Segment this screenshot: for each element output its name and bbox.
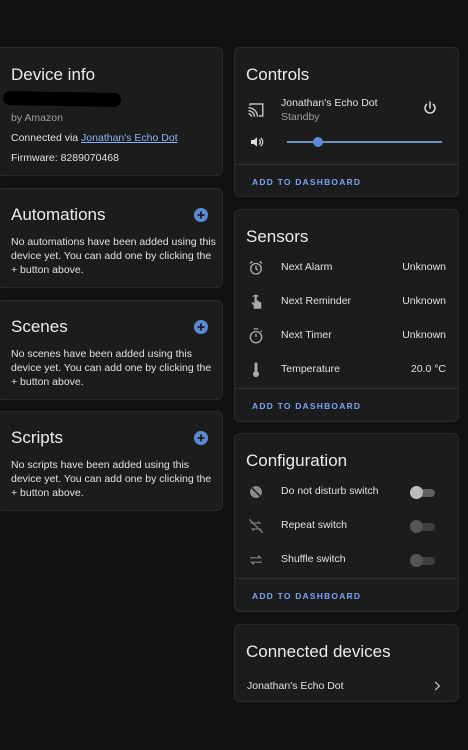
connected-device-name: Jonathan's Echo Dot — [247, 680, 344, 692]
sensor-value: Unknown — [402, 295, 446, 307]
device-info-title: Device info — [11, 65, 96, 84]
plus-icon — [197, 211, 205, 219]
connected-device-link[interactable]: Jonathan's Echo Dot — [81, 132, 178, 144]
volume-slider[interactable] — [287, 137, 442, 147]
sensor-value: 20.0 °C — [410, 363, 446, 375]
config-label: Do not disturb switch — [281, 485, 379, 497]
thermometer-icon — [253, 362, 259, 378]
do-not-disturb-toggle[interactable] — [410, 486, 436, 499]
connected-devices-card: Connected devices Jonathan's Echo Dot — [234, 624, 459, 702]
automations-empty-text: No automations have been added using thi… — [11, 236, 216, 276]
controls-title: Controls — [246, 65, 310, 84]
sensors-card: Sensors Next Alarm Unknown Next Reminder… — [234, 209, 459, 422]
repeat-off-icon — [248, 518, 264, 534]
add-script-button[interactable] — [194, 431, 208, 445]
redacted-device-name — [2, 90, 122, 108]
sensor-label: Next Alarm — [281, 261, 333, 273]
config-row-shuffle[interactable]: Shuffle switch — [235, 548, 458, 572]
cast-icon — [248, 103, 264, 117]
connected-via-prefix: Connected via — [11, 132, 82, 144]
device-info-card: Device info by Amazon Connected via Jona… — [0, 47, 223, 176]
scripts-title: Scripts — [11, 428, 63, 447]
configuration-title: Configuration — [246, 451, 348, 470]
manufacturer-text: by Amazon — [11, 112, 63, 124]
configuration-divider — [235, 578, 458, 579]
media-player-state: Standby — [281, 111, 320, 123]
config-label: Repeat switch — [281, 519, 347, 531]
timer-icon — [249, 328, 263, 344]
scenes-empty-text: No scenes have been added using this dev… — [11, 348, 212, 388]
sensor-row-temperature[interactable]: Temperature 20.0 °C — [235, 358, 458, 382]
volume-slider-knob[interactable] — [313, 137, 323, 147]
chevron-right-icon — [434, 681, 441, 691]
alarm-clock-icon — [249, 260, 263, 275]
scripts-empty-text: No scripts have been added using this de… — [11, 459, 212, 499]
connected-devices-title: Connected devices — [246, 642, 391, 661]
sensor-row-next-reminder[interactable]: Next Reminder Unknown — [235, 290, 458, 314]
do-not-disturb-icon — [250, 486, 262, 498]
scripts-card: Scripts No scripts have been added using… — [0, 411, 223, 511]
plus-icon — [197, 434, 205, 442]
config-row-do-not-disturb[interactable]: Do not disturb switch — [235, 480, 458, 504]
sensor-row-next-alarm[interactable]: Next Alarm Unknown — [235, 256, 458, 280]
toggle-knob — [410, 554, 423, 567]
automations-title: Automations — [11, 205, 106, 224]
power-icon[interactable] — [422, 100, 438, 116]
scenes-card: Scenes No scenes have been added using t… — [0, 300, 223, 400]
connected-device-row[interactable]: Jonathan's Echo Dot — [235, 674, 458, 698]
sensor-row-next-timer[interactable]: Next Timer Unknown — [235, 324, 458, 348]
sensor-label: Next Timer — [281, 329, 332, 341]
add-automation-button[interactable] — [194, 208, 208, 222]
repeat-toggle[interactable] — [410, 520, 436, 533]
add-scene-button[interactable] — [194, 320, 208, 334]
automations-card: Automations No automations have been add… — [0, 188, 223, 288]
sensor-label: Next Reminder — [281, 295, 352, 307]
configuration-card: Configuration Do not disturb switch Repe… — [234, 433, 459, 612]
sensor-value: Unknown — [402, 329, 446, 341]
toggle-knob — [410, 520, 423, 533]
connected-via-text: Connected via Jonathan's Echo Dot — [11, 131, 178, 145]
sensors-divider — [235, 388, 458, 389]
firmware-text: Firmware: 8289070468 — [11, 152, 119, 164]
configuration-add-to-dashboard-button[interactable]: ADD TO DASHBOARD — [252, 591, 361, 601]
controls-divider — [235, 164, 458, 165]
controls-add-to-dashboard-button[interactable]: ADD TO DASHBOARD — [252, 177, 361, 187]
sensors-title: Sensors — [246, 227, 309, 246]
volume-slider-track — [287, 141, 442, 143]
scenes-title: Scenes — [11, 317, 68, 336]
shuffle-disabled-icon — [249, 555, 263, 565]
config-label: Shuffle switch — [281, 553, 346, 565]
sensor-label: Temperature — [281, 363, 340, 375]
config-row-repeat[interactable]: Repeat switch — [235, 514, 458, 538]
hand-pointer-icon — [251, 294, 262, 309]
sensors-add-to-dashboard-button[interactable]: ADD TO DASHBOARD — [252, 401, 361, 411]
plus-icon — [197, 323, 205, 331]
volume-icon — [251, 137, 264, 147]
media-player-name[interactable]: Jonathan's Echo Dot — [281, 96, 378, 110]
sensor-value: Unknown — [402, 261, 446, 273]
shuffle-toggle[interactable] — [410, 554, 436, 567]
controls-card: Controls Jonathan's Echo Dot Standby ADD… — [234, 47, 459, 197]
toggle-knob — [410, 486, 423, 499]
